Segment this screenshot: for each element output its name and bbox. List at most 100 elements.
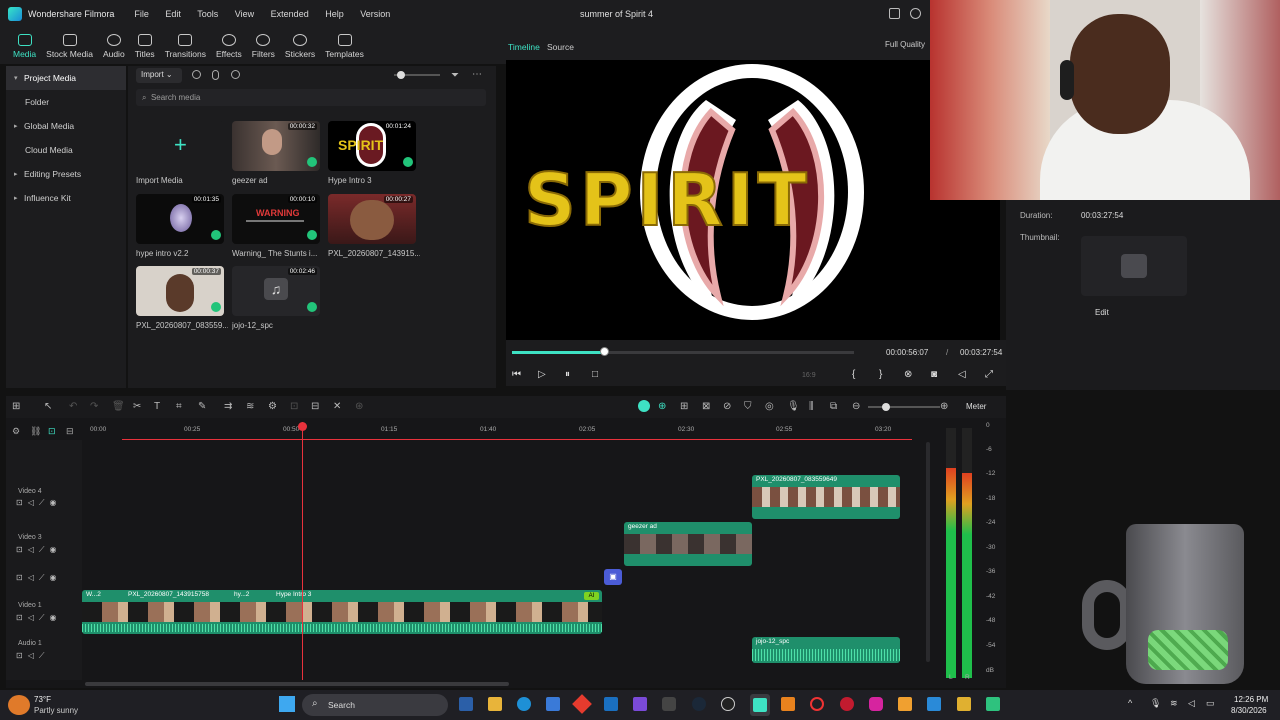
mark-out-icon[interactable]: } [879,369,882,380]
clock-time[interactable]: 12:26 PM [1234,695,1268,704]
tab-stickers[interactable]: Stickers [280,28,320,64]
app-icon[interactable] [633,697,647,711]
obs-icon[interactable] [810,697,824,711]
record-icon[interactable] [192,70,201,79]
media-item-pxl-143915[interactable]: 00:00:27 [328,194,416,244]
tab-effects[interactable]: Effects [211,28,247,64]
wifi-icon[interactable]: ≋ [1170,698,1178,709]
subtitle-marker-icon[interactable]: ▣ [604,569,622,585]
effect-icon[interactable]: ⊡ [290,401,298,412]
timeline-clip-w2[interactable]: W...2 [82,590,122,602]
filter-icon[interactable]: ⏷ [451,70,459,81]
menu-help[interactable]: Help [325,9,344,19]
add-track-icon[interactable]: ⊞ [680,401,688,412]
media-item-pxl-083559[interactable]: 00:00:37 [136,266,224,316]
file-explorer-icon[interactable] [488,697,502,711]
timeline-vertical-scrollbar[interactable] [926,442,930,662]
weather-icon[interactable] [8,695,30,715]
menu-tools[interactable]: Tools [197,9,218,19]
app-icon[interactable] [957,697,971,711]
app-icon[interactable] [662,697,676,711]
motion-icon[interactable]: ⊘ [723,401,731,412]
voiceover-record-icon[interactable]: 🎙 [787,401,800,412]
edit-thumbnail-button[interactable]: Edit [1095,308,1109,317]
sidebar-item-folder[interactable]: Folder [6,90,126,114]
mixer-icon[interactable]: ⫼ [809,401,814,412]
speed-icon[interactable]: ⇉ [224,401,232,412]
transform-icon[interactable]: ✕ [333,401,341,412]
previous-frame-icon[interactable]: ⏮ [512,369,521,380]
app-icon[interactable] [840,697,854,711]
app-icon[interactable] [572,694,592,714]
media-item-geezer-ad[interactable]: 00:00:32 [232,121,320,171]
playhead-handle[interactable] [298,422,307,431]
media-item-jojo-12-spc[interactable]: ♫ 00:02:46 [232,266,320,316]
gift-icon[interactable] [889,8,900,19]
playback-scrubber[interactable] [512,347,854,356]
media-item-hype-intro-v22[interactable]: 00:01:35 [136,194,224,244]
link-icon[interactable]: ⛓ [30,426,41,437]
scene-icon[interactable]: ⊠ [702,401,710,412]
import-media-tile[interactable]: + [136,121,224,171]
thumbnail-size-slider[interactable] [394,71,440,79]
timeline-clip-video-3[interactable]: geezer ad [624,522,752,566]
ai-copilot-icon[interactable] [638,400,650,412]
timeline-scrollbar[interactable] [85,682,509,686]
task-view-icon[interactable] [459,697,473,711]
import-dropdown-button[interactable]: Import ⌄ [136,68,182,83]
menu-version[interactable]: Version [360,9,390,19]
select-tool-icon[interactable]: ↖ [44,401,52,412]
sidebar-item-editing-presets[interactable]: ▸ Editing Presets [6,162,126,186]
more-options-icon[interactable]: ⋯ [472,69,482,80]
tab-titles[interactable]: Titles [130,28,160,64]
audio-edit-icon[interactable]: ≋ [246,401,254,412]
layout-icon[interactable]: ⊞ [12,401,20,412]
photos-icon[interactable] [604,697,618,711]
sidebar-item-cloud-media[interactable]: Cloud Media [6,138,126,162]
tray-chevron-icon[interactable]: ^ [1128,698,1132,708]
fullscreen-icon[interactable]: ⤢ [985,369,993,380]
redo-icon[interactable]: ↷ [90,401,98,412]
edge-icon[interactable] [517,697,531,711]
zoom-in-icon[interactable]: ⊕ [940,401,948,412]
shield-icon[interactable]: ⛉ [744,401,752,412]
tab-source[interactable]: Source [547,42,574,52]
media-item-warning[interactable]: WARNING 00:00:10 [232,194,320,244]
timeline-clip-video-4[interactable]: PXL_20260807_083559649 [752,475,900,519]
slider-handle[interactable] [397,71,405,79]
tab-timeline[interactable]: Timeline [508,42,540,52]
tab-filters[interactable]: Filters [247,28,280,64]
scrubber-handle[interactable] [600,347,610,356]
delete-icon[interactable]: 🗑 [112,401,125,412]
track-controls-video-1[interactable]: ⊡◁⟋◉ [16,613,61,623]
taskbar-search-box[interactable]: ⌕ Search [302,694,448,716]
timeline-clip-audio-1[interactable]: jojo-12_spc [752,637,900,663]
pen-icon[interactable]: ✎ [198,401,206,412]
instagram-icon[interactable] [869,697,883,711]
sidebar-item-global-media[interactable]: ▸ Global Media [6,114,126,138]
play-icon[interactable]: ▷ [538,369,546,380]
microphone-tray-icon[interactable]: 🎙 [1150,698,1161,709]
app-icon[interactable] [898,697,912,711]
track-controls-audio-1[interactable]: ⊡◁⟋ [16,651,49,661]
render-preview-icon[interactable]: ⊗ [904,369,912,380]
ai-tools-icon[interactable]: ⚙ [268,401,277,412]
text-tool-icon[interactable]: T [154,401,160,412]
volume-tray-icon[interactable]: ◁ [1188,698,1195,709]
timeline-ruler[interactable]: 00:00 00:25 00:50 01:15 01:40 02:05 02:3… [90,426,910,442]
tab-templates[interactable]: Templates [320,28,369,64]
tab-media[interactable]: Media [8,28,41,64]
split-icon[interactable]: ✂ [133,401,141,412]
marker-icon[interactable]: ◎ [765,401,774,412]
crop-icon[interactable]: ⌗ [176,401,182,412]
snapshot-icon[interactable]: ◙ [931,369,937,380]
app-icon[interactable] [986,697,1000,711]
menu-extended[interactable]: Extended [271,9,309,19]
playhead[interactable] [298,422,307,680]
pause-icon[interactable]: ⏸ [565,369,570,380]
store-icon[interactable] [546,697,560,711]
vlc-icon[interactable] [781,697,795,711]
timeline-clip-hy2[interactable]: hy...2 [230,590,270,602]
notification-icon[interactable] [910,8,921,19]
track-controls-video-4[interactable]: ⊡◁⟋◉ [16,498,61,508]
